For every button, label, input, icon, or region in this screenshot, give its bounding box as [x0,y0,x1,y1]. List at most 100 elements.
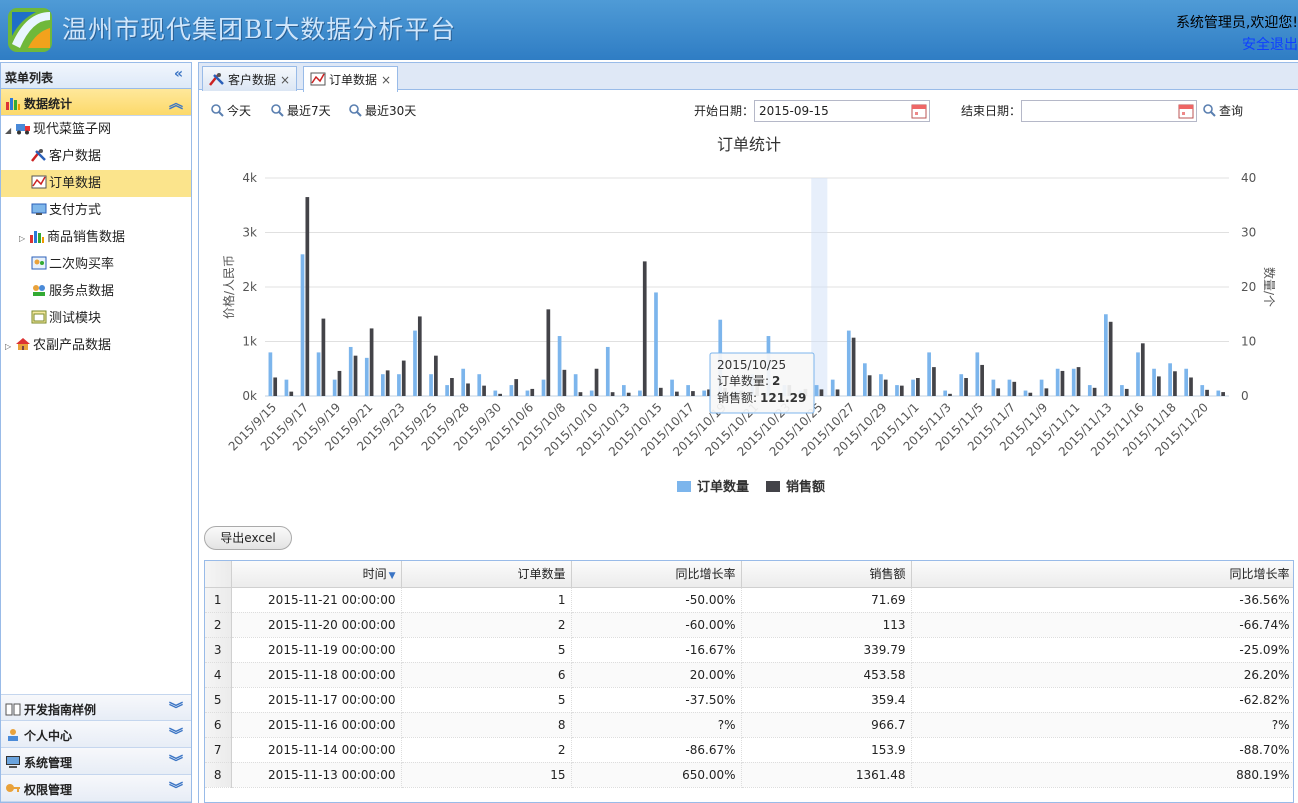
bar-order-count [654,292,658,396]
table-row[interactable]: 1 2015-11-21 00:00:00 1 -50.00% 71.69 -36.56% [205,587,1293,613]
tab-customer-data[interactable]: 客户数据 × [202,66,298,91]
section-personal[interactable]: 个人中心 ︾ [1,721,191,748]
bar-sales [417,316,422,396]
tree-root-agri[interactable]: ▷ 农副产品数据 [1,332,191,359]
calendar-icon[interactable] [911,103,927,119]
bar-order-count [1168,363,1172,396]
bar-order-count [1136,352,1140,396]
column-header-time[interactable]: 时间 ▼ [231,561,402,588]
bar-sales [1124,388,1129,396]
table-cell: -66.74% [911,612,1293,638]
bar-sales [899,385,904,396]
table-row[interactable]: 6 2015-11-16 00:00:00 8?% 966.7?% [205,712,1293,738]
query-button[interactable]: 查询 [1203,102,1243,119]
tree-item-payment[interactable]: 支付方式 [1,197,191,224]
bar-order-count [605,346,610,396]
tree-label: 订单数据 [49,176,102,191]
bar-sales [1221,392,1225,396]
collapse-icon[interactable]: « [174,66,183,82]
column-header-yoy-sales[interactable]: 同比增长率 [911,561,1293,588]
table-row[interactable]: 5 2015-11-17 00:00:00 5 -37.50% 359.4 -62.82% [205,687,1293,713]
main-panel: 今天 最近7天 最近30天 开始日期： 2015-09-15 结束日期： 查询 … [198,90,1298,803]
table-cell: 1 [401,587,572,613]
tooltip-date: 2015/10/25 [717,358,786,372]
user-icon [8,729,18,741]
tree-label: 现代菜篮子网 [33,122,112,137]
bar-sales [514,379,519,396]
tooltip-sales-value: 121.29 [760,391,806,405]
y-axis-label-left: 价格/人民币 [221,255,236,319]
bar-sales [450,378,454,396]
tab-label: 客户数据 [228,73,277,87]
tree-root-xiandai[interactable]: ◢ 现代菜篮子网 [1,116,191,143]
today-button[interactable]: 今天 [211,102,251,119]
bar-sales [482,385,486,396]
export-excel-button[interactable]: 导出excel [204,526,292,550]
row-number: 1 [205,587,232,613]
bar-sales [369,328,374,396]
bar-sales [658,387,663,396]
row-number: 6 [205,712,232,738]
tree-item-service-points[interactable]: 服务点数据 [1,278,191,305]
truck-icon [16,124,30,135]
bar-sales [594,368,599,396]
bar-order-count [573,374,578,396]
bar-chart-icon [30,231,44,243]
tree-label: 服务点数据 [49,284,115,299]
last30-button[interactable]: 最近30天 [349,102,416,119]
tree-item-repurchase[interactable]: 二次购买率 [1,251,191,278]
bar-sales [1076,367,1081,396]
bar-sales [964,378,968,396]
bar-sales [1108,321,1113,396]
bar-order-count [397,374,401,396]
section-data-stats[interactable]: 数据统计 ︽ [1,89,191,116]
sort-desc-icon: ▼ [388,571,396,582]
logout-link[interactable]: 安全退出 [1242,34,1298,54]
start-date-input[interactable]: 2015-09-15 [754,100,930,122]
bar-order-count [895,385,899,396]
bar-order-count [702,390,707,396]
section-system[interactable]: 系统管理 ︾ [1,748,191,775]
tree-label: 二次购买率 [49,257,115,272]
table-row[interactable]: 3 2015-11-19 00:00:00 5 -16.67% 339.79 -25.09… [205,637,1293,663]
column-header-sales[interactable]: 销售额 [741,561,912,588]
table-header-row: 时间 ▼ 订单数量 同比增长率 销售额 同比增长率 [205,561,1293,588]
table-cell: 5 [401,637,572,663]
tree-label: 客户数据 [49,149,102,164]
group-icon [33,285,45,296]
table-row[interactable]: 2 2015-11-20 00:00:00 2 -60.00% 113 -66.74% [205,612,1293,638]
app-logo [8,8,52,52]
close-icon[interactable]: × [381,73,391,87]
table-cell: -86.67% [571,737,742,763]
row-number: 5 [205,687,232,713]
end-date-input[interactable] [1021,100,1197,122]
last7-button[interactable]: 最近7天 [271,102,331,119]
bar-sales [675,391,679,396]
calendar-icon[interactable] [1178,103,1194,119]
section-dev-guide[interactable]: 开发指南样例 ︾ [1,694,191,721]
table-cell: 2015-11-13 00:00:00 [231,762,402,788]
tab-order-data[interactable]: 订单数据 × [303,66,399,92]
bar-sales [626,392,631,396]
column-header-order-count[interactable]: 订单数量 [401,561,572,588]
tree-item-customer[interactable]: 客户数据 [1,143,191,170]
bar-sales [546,309,551,396]
table-row[interactable]: 8 2015-11-13 00:00:00 15 650.00% 1361.48 880.… [205,762,1293,788]
bar-sales [434,355,438,396]
bar-order-count [589,390,594,396]
close-icon[interactable]: × [280,73,290,87]
row-number: 8 [205,762,232,788]
section-permissions[interactable]: 权限管理 ︾ [1,775,191,802]
bar-order-count [381,374,385,396]
bar-sales [1044,388,1049,396]
column-header-yoy-count[interactable]: 同比增长率 [571,561,742,588]
tree-item-test[interactable]: 测试模块 [1,305,191,332]
tree-item-product-sales[interactable]: ▷ 商品销售数据 [1,224,191,251]
bar-order-count [1087,385,1092,396]
expanded-triangle-icon: ◢ [5,126,12,135]
table-cell: 1361.48 [741,762,912,788]
table-row[interactable]: 7 2015-11-14 00:00:00 2 -86.67% 153.9 -88.70% [205,737,1293,763]
tree-item-order[interactable]: 订单数据 [1,170,191,197]
table-row[interactable]: 4 2015-11-18 00:00:00 6 20.00% 453.58 26.20% [205,662,1293,688]
bar-sales [1028,392,1033,396]
